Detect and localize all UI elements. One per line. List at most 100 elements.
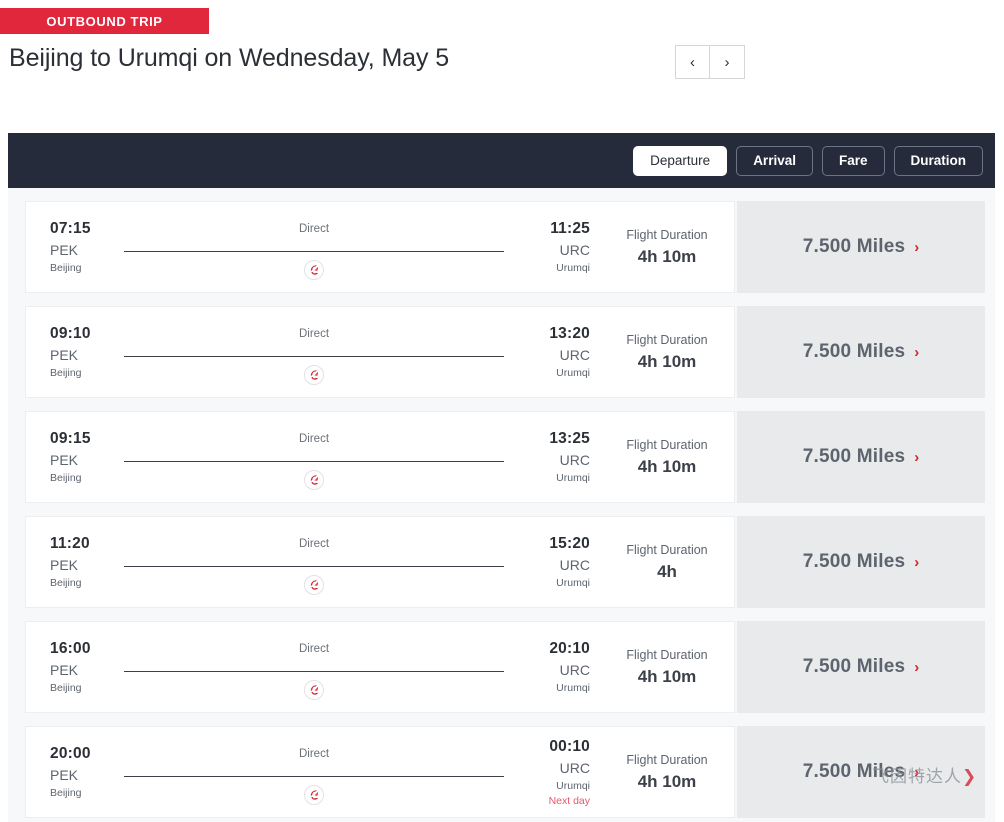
flight-row[interactable]: 20:00 PEK Beijing Direct 00:10 URC Urumqi Next … <box>8 726 995 818</box>
flight-card[interactable]: 07:15 PEK Beijing Direct 11:25 URC Urumqi Fligh… <box>25 201 735 293</box>
flight-results-page: OUTBOUND TRIP Beijing to Urumqi on Wedne… <box>0 0 1004 822</box>
duration-label: Flight Duration <box>626 647 708 662</box>
arrival-time: 13:25 <box>549 430 590 447</box>
arrival-time: 20:10 <box>549 640 590 657</box>
duration-label: Flight Duration <box>626 332 708 347</box>
air-china-phoenix-icon <box>304 575 324 595</box>
flight-card[interactable]: 11:20 PEK Beijing Direct 15:20 URC Urumqi Fligh… <box>25 516 735 608</box>
arrival-city: Urumqi <box>556 682 590 694</box>
flight-leg: Direct <box>118 727 510 817</box>
flight-leg: Direct <box>118 412 510 502</box>
duration-block: Flight Duration 4h 10m <box>596 751 734 794</box>
air-china-phoenix-icon <box>304 260 324 280</box>
departure-block: 09:15 PEK Beijing <box>26 428 118 486</box>
departure-city: Beijing <box>50 787 82 799</box>
duration-block: Flight Duration 4h 10m <box>596 436 734 479</box>
flight-leg: Direct <box>118 622 510 712</box>
departure-city: Beijing <box>50 682 82 694</box>
duration-label: Flight Duration <box>626 542 708 557</box>
duration-label: Flight Duration <box>626 227 708 242</box>
departure-block: 16:00 PEK Beijing <box>26 638 118 696</box>
flight-card[interactable]: 20:00 PEK Beijing Direct 00:10 URC Urumqi Next … <box>25 726 735 818</box>
flight-results-container: Departure Arrival Fare Duration 07:15 PEK… <box>8 133 995 822</box>
flight-row[interactable]: 09:10 PEK Beijing Direct 13:20 URC Urumqi Fligh… <box>8 306 995 398</box>
miles-price-button[interactable]: 7.500 Miles › <box>737 201 985 293</box>
flight-row[interactable]: 07:15 PEK Beijing Direct 11:25 URC Urumqi Fligh… <box>8 201 995 293</box>
miles-price-button[interactable]: 7.500 Miles › <box>737 306 985 398</box>
arrival-time: 00:10 <box>549 737 590 755</box>
stops-label: Direct <box>298 643 330 655</box>
duration-block: Flight Duration 4h <box>596 541 734 584</box>
flight-card[interactable]: 09:10 PEK Beijing Direct 13:20 URC Urumqi Fligh… <box>25 306 735 398</box>
arrival-city: Urumqi <box>556 577 590 589</box>
sort-button-duration[interactable]: Duration <box>893 145 983 176</box>
departure-time: 11:20 <box>50 535 90 552</box>
departure-time: 07:15 <box>50 220 91 237</box>
flight-row[interactable]: 09:15 PEK Beijing Direct 13:25 URC Urumqi Fligh… <box>8 411 995 503</box>
chevron-right-icon: › <box>914 238 920 256</box>
miles-amount: 7.500 Miles <box>802 761 906 782</box>
sort-button-departure-label: Departure <box>650 153 711 168</box>
arrival-block: 13:20 URC Urumqi <box>510 323 596 381</box>
previous-day-button[interactable]: ‹ <box>675 45 710 79</box>
miles-amount: 7.500 Miles <box>802 446 906 467</box>
stops-label: Direct <box>298 223 330 235</box>
chevron-right-icon: › <box>914 448 920 466</box>
sort-button-arrival[interactable]: Arrival <box>736 145 813 176</box>
flight-leg: Direct <box>118 307 510 397</box>
leg-line <box>124 566 504 567</box>
arrival-airport-code: URC <box>559 242 590 258</box>
flight-card[interactable]: 09:15 PEK Beijing Direct 13:25 URC Urumqi Fligh… <box>25 411 735 503</box>
duration-block: Flight Duration 4h 10m <box>596 226 734 269</box>
flight-card[interactable]: 16:00 PEK Beijing Direct 20:10 URC Urumqi Fligh… <box>25 621 735 713</box>
departure-block: 20:00 PEK Beijing <box>26 743 118 801</box>
sort-toolbar: Departure Arrival Fare Duration <box>8 133 995 188</box>
arrival-time: 13:20 <box>549 325 590 342</box>
chevron-right-icon: › <box>724 53 730 71</box>
day-navigation: ‹ › <box>675 45 745 79</box>
arrival-time: 11:25 <box>550 220 590 237</box>
departure-airport-code: PEK <box>50 767 79 783</box>
sort-button-fare-label: Fare <box>838 153 868 168</box>
miles-price-button[interactable]: 7.500 Miles › <box>737 516 985 608</box>
departure-time: 09:10 <box>50 325 91 342</box>
chevron-left-icon: ‹ <box>690 53 695 71</box>
leg-line <box>124 356 504 357</box>
arrival-city: Urumqi <box>556 367 590 379</box>
departure-city: Beijing <box>50 367 82 379</box>
duration-value: 4h 10m <box>637 246 697 266</box>
duration-value: 4h 10m <box>637 666 697 686</box>
departure-time: 09:15 <box>50 430 91 447</box>
miles-price-button[interactable]: 7.500 Miles › <box>737 411 985 503</box>
miles-price-button[interactable]: 7.500 Miles › <box>737 726 985 818</box>
air-china-phoenix-icon <box>304 365 324 385</box>
sort-button-fare[interactable]: Fare <box>821 145 885 176</box>
next-day-button[interactable]: › <box>710 45 745 79</box>
departure-block: 07:15 PEK Beijing <box>26 218 118 276</box>
departure-airport-code: PEK <box>50 242 79 258</box>
flight-row[interactable]: 16:00 PEK Beijing Direct 20:10 URC Urumqi Fligh… <box>8 621 995 713</box>
departure-city: Beijing <box>50 577 82 589</box>
sort-button-departure[interactable]: Departure <box>633 145 728 176</box>
stops-label: Direct <box>298 538 330 550</box>
arrival-block: 20:10 URC Urumqi <box>510 638 596 696</box>
sort-button-duration-label: Duration <box>910 153 967 168</box>
miles-price-button[interactable]: 7.500 Miles › <box>737 621 985 713</box>
chevron-right-icon: › <box>914 658 920 676</box>
arrival-block: 00:10 URC Urumqi Next day <box>510 736 596 809</box>
flight-row[interactable]: 11:20 PEK Beijing Direct 15:20 URC Urumqi Fligh… <box>8 516 995 608</box>
flight-leg: Direct <box>118 517 510 607</box>
miles-amount: 7.500 Miles <box>802 236 906 257</box>
departure-airport-code: PEK <box>50 452 79 468</box>
flight-list: 07:15 PEK Beijing Direct 11:25 URC Urumqi Fligh… <box>8 188 995 818</box>
chevron-right-icon: › <box>914 553 920 571</box>
stops-label: Direct <box>298 748 330 760</box>
miles-amount: 7.500 Miles <box>802 341 906 362</box>
arrival-airport-code: URC <box>559 759 590 776</box>
duration-block: Flight Duration 4h 10m <box>596 646 734 689</box>
page-title: Beijing to Urumqi on Wednesday, May 5 <box>9 44 450 72</box>
chevron-right-icon: › <box>914 343 920 361</box>
stops-label: Direct <box>298 328 330 340</box>
arrival-block: 15:20 URC Urumqi <box>510 533 596 591</box>
duration-label: Flight Duration <box>626 752 708 767</box>
